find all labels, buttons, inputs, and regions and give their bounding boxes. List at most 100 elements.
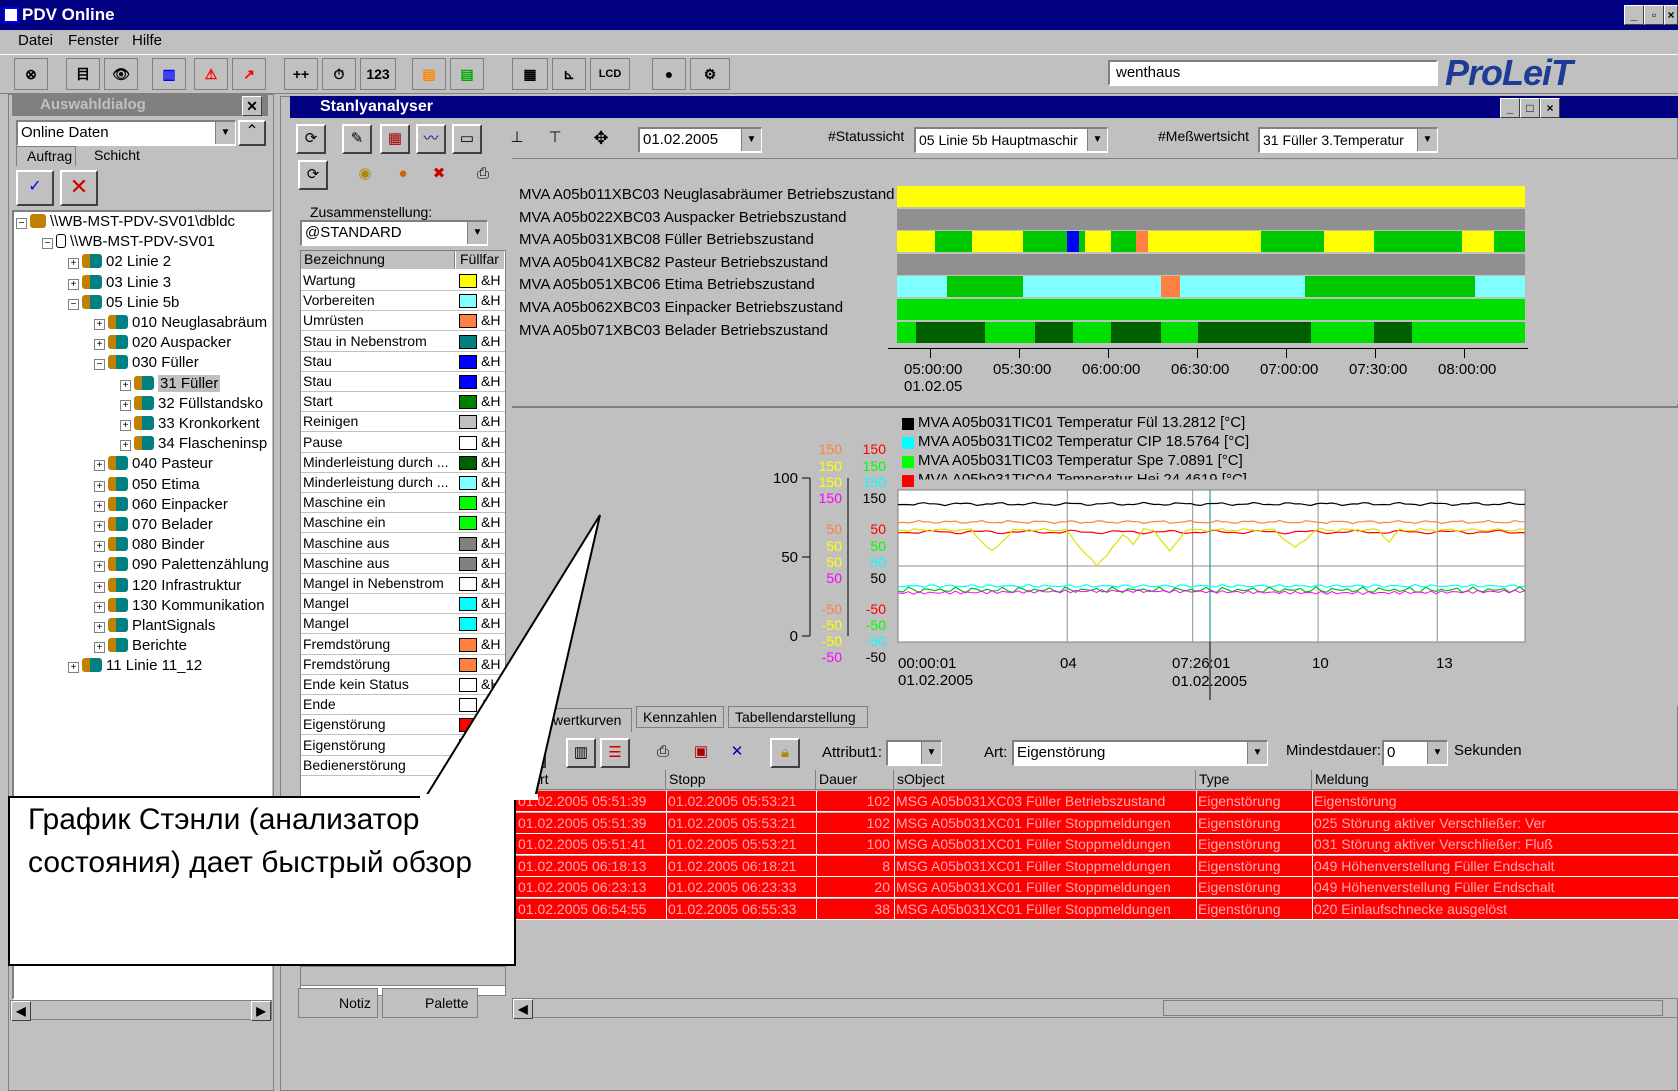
expand-toggle-icon[interactable]: − bbox=[94, 359, 105, 371]
tree-item[interactable]: +120 Infrastruktur bbox=[94, 576, 241, 596]
tree-item[interactable]: +040 Pasteur bbox=[94, 454, 213, 474]
tree-item[interactable]: − 05 Linie 5b bbox=[68, 293, 179, 313]
stanly-restore-icon[interactable]: □ bbox=[1520, 98, 1540, 118]
menu-fenster[interactable]: Fenster bbox=[68, 30, 119, 52]
table-row[interactable]: 01.02.2005 05:51:39 01.02.2005 05:53:21 10… bbox=[516, 791, 1678, 812]
legend-row[interactable]: Stau &H bbox=[301, 372, 505, 392]
color-swatch[interactable] bbox=[459, 395, 477, 410]
tab-tabellendarstellung[interactable]: Tabellendarstellung bbox=[728, 706, 868, 728]
col-dauer[interactable]: Dauer bbox=[816, 770, 894, 790]
color-swatch[interactable] bbox=[459, 476, 477, 490]
color-swatch[interactable] bbox=[459, 354, 477, 369]
expand-toggle-icon[interactable]: + bbox=[120, 440, 131, 452]
edit-icon[interactable]: ✎ bbox=[342, 124, 372, 154]
expand-toggle-icon[interactable]: − bbox=[16, 218, 27, 229]
tree-item[interactable]: +32 Füllstandsko bbox=[120, 394, 263, 414]
legend-row[interactable]: Eigenstörung &H bbox=[301, 715, 505, 736]
table-row[interactable]: 01.02.2005 05:51:39 01.02.2005 05:53:21 10… bbox=[516, 812, 1678, 834]
color-swatch[interactable] bbox=[459, 718, 477, 733]
tree-item[interactable]: +090 Palettenzählung bbox=[94, 555, 269, 575]
legend-row[interactable]: Bedienerstörung &H bbox=[301, 755, 505, 776]
expand-toggle-icon[interactable]: + bbox=[94, 521, 105, 532]
table-row[interactable]: 01.02.2005 06:18:13 01.02.2005 06:18:21 8 M… bbox=[516, 855, 1678, 877]
status-bar[interactable] bbox=[897, 253, 1525, 275]
toolbar-view-button[interactable]: 👁 bbox=[104, 58, 138, 90]
legend-row[interactable]: Fremdstörung &H bbox=[301, 634, 505, 655]
legend-row[interactable]: Mangel &H bbox=[301, 594, 505, 615]
toolbar-stanly-button[interactable]: ▥ bbox=[152, 58, 186, 90]
legend-row[interactable]: Fremdstörung &H bbox=[301, 654, 505, 675]
menu-hilfe[interactable]: Hilfe bbox=[132, 30, 162, 52]
col-start[interactable]: Start bbox=[516, 770, 666, 790]
status-bar[interactable] bbox=[897, 321, 1525, 343]
color-swatch[interactable] bbox=[459, 516, 477, 531]
color-swatch[interactable] bbox=[459, 294, 477, 309]
legend-refresh-icon[interactable]: ⟳ bbox=[298, 160, 328, 190]
table-hscrollbar[interactable]: ◀ bbox=[512, 998, 1678, 1019]
tree-item[interactable]: − \\WB-MST-PDV-SV01\dbldc bbox=[16, 212, 235, 232]
legend-row[interactable]: Ende kein Status &H bbox=[301, 675, 505, 695]
legend-row[interactable]: Stau in Nebenstrom &H bbox=[301, 331, 505, 352]
tab-messwertkurven[interactable]: Meßwertkurven bbox=[518, 708, 632, 732]
legend-hscrollbar[interactable] bbox=[300, 966, 506, 986]
tree-item[interactable]: +02 Linie 2 bbox=[68, 252, 171, 272]
col-meldung[interactable]: Meldung bbox=[1312, 770, 1678, 790]
stanly-minimize-icon[interactable]: _ bbox=[1500, 98, 1520, 118]
tree-item[interactable]: +33 Kronkorkent bbox=[120, 414, 260, 434]
expand-toggle-icon[interactable]: + bbox=[94, 581, 105, 593]
status-view-select[interactable]: 05 Linie 5b Hauptmaschir ▼ bbox=[914, 127, 1108, 153]
tree-item[interactable]: +130 Kommunikation bbox=[94, 596, 265, 616]
legend-row[interactable]: Eigenstörung &H bbox=[301, 735, 505, 756]
legend-row[interactable]: Maschine aus &H bbox=[301, 533, 505, 554]
tab-kennzahlen[interactable]: Kennzahlen bbox=[636, 706, 724, 728]
tab-schicht[interactable]: Schicht bbox=[86, 146, 156, 166]
expand-toggle-icon[interactable]: + bbox=[94, 460, 105, 472]
table-row[interactable]: 01.02.2005 06:54:55 01.02.2005 06:55:33 38… bbox=[516, 898, 1678, 920]
date-select[interactable]: 01.02.2005 ▼ bbox=[638, 127, 762, 153]
minimize-icon[interactable]: _ bbox=[1624, 5, 1644, 25]
close-icon[interactable]: × bbox=[1664, 5, 1678, 25]
expand-toggle-icon[interactable]: + bbox=[94, 319, 105, 330]
legend-delete-icon[interactable]: ✖ bbox=[424, 160, 454, 190]
tree-item[interactable]: +070 Belader bbox=[94, 515, 213, 535]
color-swatch[interactable] bbox=[459, 334, 477, 349]
table-refresh-icon[interactable]: ⟳ bbox=[516, 738, 546, 768]
expand-toggle-icon[interactable]: + bbox=[94, 622, 105, 633]
legend-row[interactable]: Maschine ein &H bbox=[301, 513, 505, 534]
status-bar[interactable] bbox=[897, 208, 1525, 230]
tab-auftrag[interactable]: Auftrag bbox=[16, 146, 76, 166]
tree-item[interactable]: +080 Binder bbox=[94, 535, 205, 555]
table-row[interactable]: 01.02.2005 06:23:13 01.02.2005 06:23:33 20… bbox=[516, 877, 1678, 898]
color-swatch[interactable] bbox=[459, 455, 477, 470]
table-filter-icon[interactable]: ☰ bbox=[600, 738, 630, 768]
tab-palette[interactable]: Palette bbox=[382, 988, 478, 1018]
color-swatch[interactable] bbox=[459, 577, 477, 591]
color-swatch[interactable] bbox=[459, 375, 477, 389]
expand-toggle-icon[interactable]: + bbox=[94, 561, 105, 573]
legend-add-icon[interactable]: ◉ bbox=[350, 160, 380, 190]
close-icon[interactable]: ✕ bbox=[242, 96, 262, 116]
legend-row[interactable]: Maschine ein &H bbox=[301, 493, 505, 514]
zoom-in-icon[interactable]: ⊥ bbox=[502, 124, 532, 154]
color-swatch[interactable] bbox=[459, 657, 477, 672]
table-view-icon[interactable]: ▥ bbox=[566, 738, 596, 768]
legend-row[interactable]: Umrüsten &H bbox=[301, 311, 505, 332]
table-row[interactable]: 01.02.2005 05:51:41 01.02.2005 05:53:21 10… bbox=[516, 834, 1678, 855]
legend-row[interactable]: Minderleistung durch ... &H bbox=[301, 473, 505, 493]
print-icon[interactable]: ⎙ bbox=[468, 160, 498, 190]
zoom-out-icon[interactable]: ⊤ bbox=[540, 124, 570, 154]
expand-toggle-icon[interactable]: + bbox=[120, 379, 131, 391]
table-save-icon[interactable]: ▣ bbox=[686, 738, 716, 768]
color-swatch[interactable] bbox=[459, 637, 477, 652]
user-field[interactable]: wenthaus bbox=[1108, 60, 1438, 86]
tab-notiz[interactable]: Notiz bbox=[298, 988, 378, 1018]
menu-datei[interactable]: Datei bbox=[18, 30, 53, 52]
expand-toggle-icon[interactable]: + bbox=[68, 258, 79, 270]
expand-toggle-icon[interactable]: + bbox=[94, 541, 105, 553]
composition-select[interactable]: @STANDARD ▼ bbox=[300, 220, 488, 246]
toolbar-alarm-button[interactable]: ⚠ bbox=[194, 58, 228, 90]
tree-item[interactable]: + Berichte bbox=[94, 636, 187, 656]
toolbar-tree-button[interactable]: 目 bbox=[66, 58, 100, 90]
color-swatch[interactable] bbox=[459, 536, 477, 551]
color-swatch[interactable] bbox=[459, 738, 477, 753]
